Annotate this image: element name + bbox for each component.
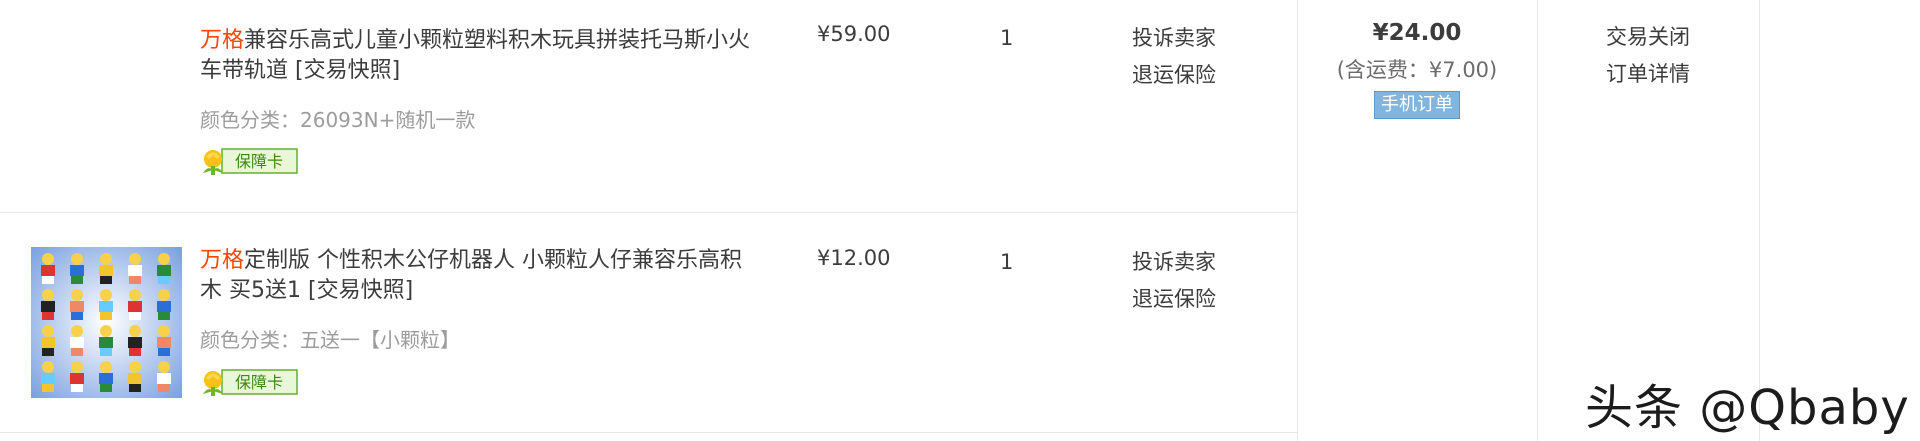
minifigure-icon — [70, 361, 84, 392]
guarantee-card-badge[interactable]: 保障卡 — [200, 146, 299, 176]
order-total: ¥24.00 — [1372, 20, 1462, 46]
item-actions: 投诉卖家 退运保险 — [1132, 244, 1216, 318]
minifigure-icon — [99, 325, 113, 356]
product-thumbnail[interactable] — [31, 247, 182, 398]
minifigure-icon — [99, 289, 113, 320]
order-detail-link[interactable]: 订单详情 — [1537, 56, 1759, 93]
minifigure-icon — [41, 361, 55, 392]
minifigure-icon — [99, 253, 113, 284]
row-divider — [0, 432, 1297, 433]
minifigure-icon — [157, 361, 171, 392]
order-item-row: 万格定制版 个性积木公仔机器人 小颗粒人仔兼容乐高积木 买5送1 [交易快照] … — [0, 212, 1297, 432]
item-brand[interactable]: 万格 — [200, 28, 244, 53]
minifigure-icon — [157, 325, 171, 356]
complain-seller-link[interactable]: 投诉卖家 — [1132, 244, 1216, 281]
minifigure-icon — [41, 253, 55, 284]
item-title[interactable]: 万格兼容乐高式儿童小颗粒塑料积木玩具拼装托马斯小火车带轨道 [交易快照] — [200, 26, 760, 86]
item-title[interactable]: 万格定制版 个性积木公仔机器人 小颗粒人仔兼容乐高积木 买5送1 [交易快照] — [200, 246, 760, 306]
shipping-fee: (含运费：¥7.00) — [1336, 58, 1498, 82]
item-price: ¥12.00 — [817, 246, 891, 270]
item-title-text[interactable]: 兼容乐高式儿童小颗粒塑料积木玩具拼装托马斯小火车带轨道 [交易快照] — [200, 28, 750, 83]
order-item-row: 万格兼容乐高式儿童小颗粒塑料积木玩具拼装托马斯小火车带轨道 [交易快照] 颜色分… — [0, 0, 1297, 212]
order-summary: ¥24.00 (含运费：¥7.00) 手机订单 — [1297, 0, 1537, 119]
minifigure-icon — [99, 361, 113, 392]
badge-label: 保障卡 — [235, 152, 283, 171]
guarantee-card-badge[interactable]: 保障卡 — [200, 367, 299, 397]
item-quantity: 1 — [1000, 26, 1014, 50]
trade-status: 交易关闭 — [1606, 25, 1690, 49]
minifigure-icon — [128, 361, 142, 392]
minifigure-icon — [41, 289, 55, 320]
mobile-order-tag[interactable]: 手机订单 — [1374, 91, 1460, 119]
guarantee-card-icon: 保障卡 — [203, 148, 298, 175]
minifigure-icon — [41, 325, 55, 356]
item-title-text[interactable]: 定制版 个性积木公仔机器人 小颗粒人仔兼容乐高积木 买5送1 [交易快照] — [200, 248, 742, 303]
item-actions: 投诉卖家 退运保险 — [1132, 20, 1216, 94]
minifigure-icon — [157, 289, 171, 320]
minifigure-icon — [70, 289, 84, 320]
watermark: 头条 @Qbaby — [1585, 380, 1910, 436]
badge-label: 保障卡 — [235, 373, 283, 392]
minifigure-icon — [128, 253, 142, 284]
item-quantity: 1 — [1000, 250, 1014, 274]
item-spec: 颜色分类：五送一【小颗粒】 — [200, 328, 460, 352]
return-insurance-link[interactable]: 退运保险 — [1132, 57, 1216, 94]
item-spec: 颜色分类：26093N+随机一款 — [200, 108, 476, 132]
minifigure-icon — [70, 253, 84, 284]
guarantee-card-icon: 保障卡 — [203, 369, 298, 396]
order-status: 交易关闭 订单详情 — [1537, 0, 1759, 93]
minifigure-icon — [128, 325, 142, 356]
minifigure-product-image — [31, 247, 182, 398]
minifigure-icon — [128, 289, 142, 320]
minifigure-icon — [157, 253, 171, 284]
return-insurance-link[interactable]: 退运保险 — [1132, 281, 1216, 318]
complain-seller-link[interactable]: 投诉卖家 — [1132, 20, 1216, 57]
minifigure-icon — [70, 325, 84, 356]
item-price: ¥59.00 — [817, 22, 891, 46]
item-brand[interactable]: 万格 — [200, 248, 244, 273]
